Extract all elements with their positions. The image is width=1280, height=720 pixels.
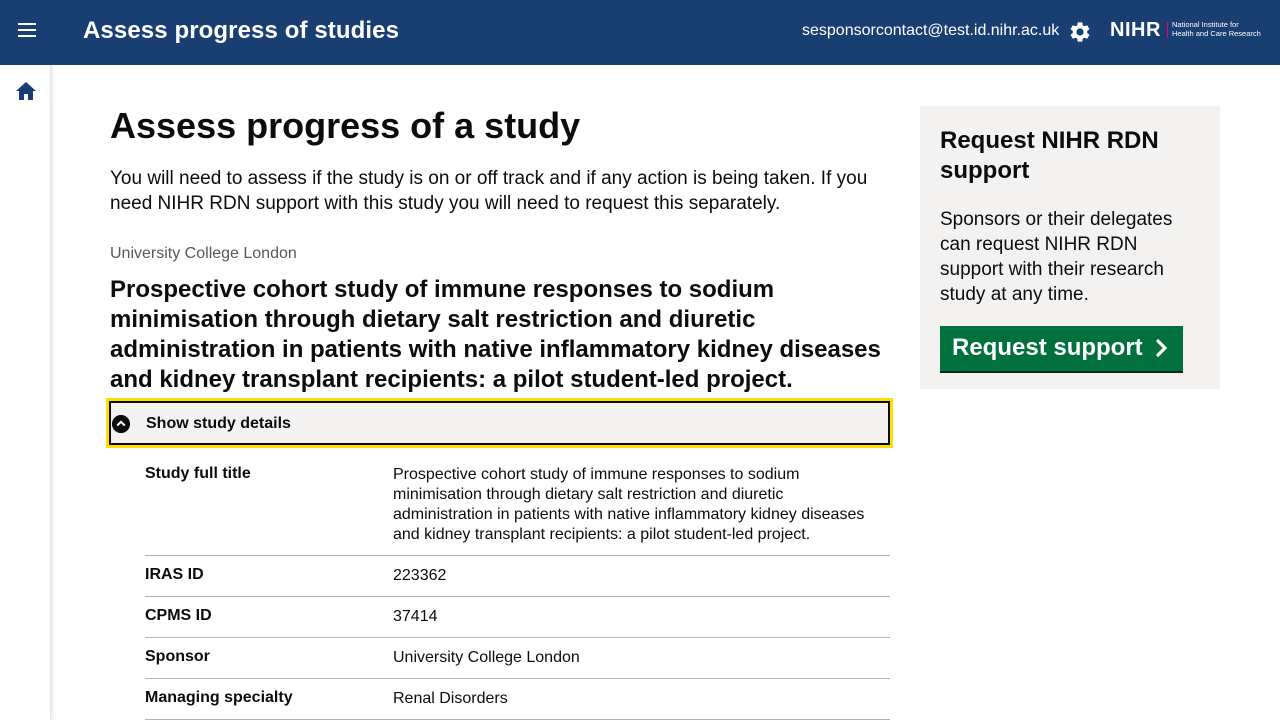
study-summary-list: Study full title Prospective cohort stud… bbox=[145, 455, 890, 720]
logo-wordmark: NIHR bbox=[1110, 19, 1161, 41]
page-lead: You will need to assess if the study is … bbox=[110, 168, 868, 214]
gear-icon[interactable] bbox=[1068, 20, 1092, 44]
summary-key: Managing specialty bbox=[145, 689, 293, 706]
summary-value: Renal Disorders bbox=[393, 690, 508, 707]
side-nav bbox=[0, 65, 51, 720]
summary-key: Sponsor bbox=[145, 648, 210, 665]
logo-line2: Health and Care Research bbox=[1172, 29, 1261, 38]
logo-line1: National Institute for bbox=[1172, 20, 1239, 29]
home-icon[interactable] bbox=[15, 81, 37, 101]
request-support-panel: Request NIHR RDN support Sponsors or the… bbox=[920, 106, 1220, 389]
request-support-button[interactable]: Request support bbox=[940, 326, 1183, 371]
chevron-right-icon bbox=[1155, 338, 1167, 358]
chevron-up-icon bbox=[112, 415, 130, 433]
summary-key: IRAS ID bbox=[145, 566, 204, 583]
request-support-label: Request support bbox=[952, 334, 1143, 361]
summary-value: 37414 bbox=[393, 608, 438, 625]
summary-value: University College London bbox=[393, 649, 580, 666]
summary-row: Managing specialty Renal Disorders bbox=[145, 679, 890, 720]
top-header: Assess progress of studies sesponsorcont… bbox=[0, 0, 1280, 65]
organisation-caption: University College London bbox=[110, 245, 297, 262]
user-email: sesponsorcontact@test.id.nihr.ac.uk bbox=[802, 22, 1060, 39]
summary-row: CPMS ID 37414 bbox=[145, 597, 890, 638]
nihr-logo[interactable]: NIHR National Institute for Health and C… bbox=[1110, 19, 1268, 43]
summary-value: 223362 bbox=[393, 567, 447, 584]
study-title: Prospective cohort study of immune respo… bbox=[110, 276, 881, 393]
summary-value: Prospective cohort study of immune respo… bbox=[393, 466, 865, 543]
panel-body: Sponsors or their delegates can request … bbox=[940, 209, 1173, 305]
summary-row: Sponsor University College London bbox=[145, 638, 890, 679]
details-toggle-label: Show study details bbox=[146, 415, 291, 432]
app-title: Assess progress of studies bbox=[83, 17, 400, 44]
logo-divider bbox=[1167, 22, 1168, 38]
show-study-details-toggle[interactable]: Show study details bbox=[106, 398, 893, 448]
page-title: Assess progress of a study bbox=[110, 105, 581, 146]
summary-row: IRAS ID 223362 bbox=[145, 556, 890, 597]
panel-heading: Request NIHR RDN support bbox=[940, 127, 1159, 184]
menu-icon[interactable] bbox=[14, 20, 40, 46]
summary-key: CPMS ID bbox=[145, 607, 212, 624]
logo-subtitle: National Institute for Health and Care R… bbox=[1172, 20, 1272, 38]
summary-key: Study full title bbox=[145, 465, 251, 482]
summary-row: Study full title Prospective cohort stud… bbox=[145, 455, 890, 556]
